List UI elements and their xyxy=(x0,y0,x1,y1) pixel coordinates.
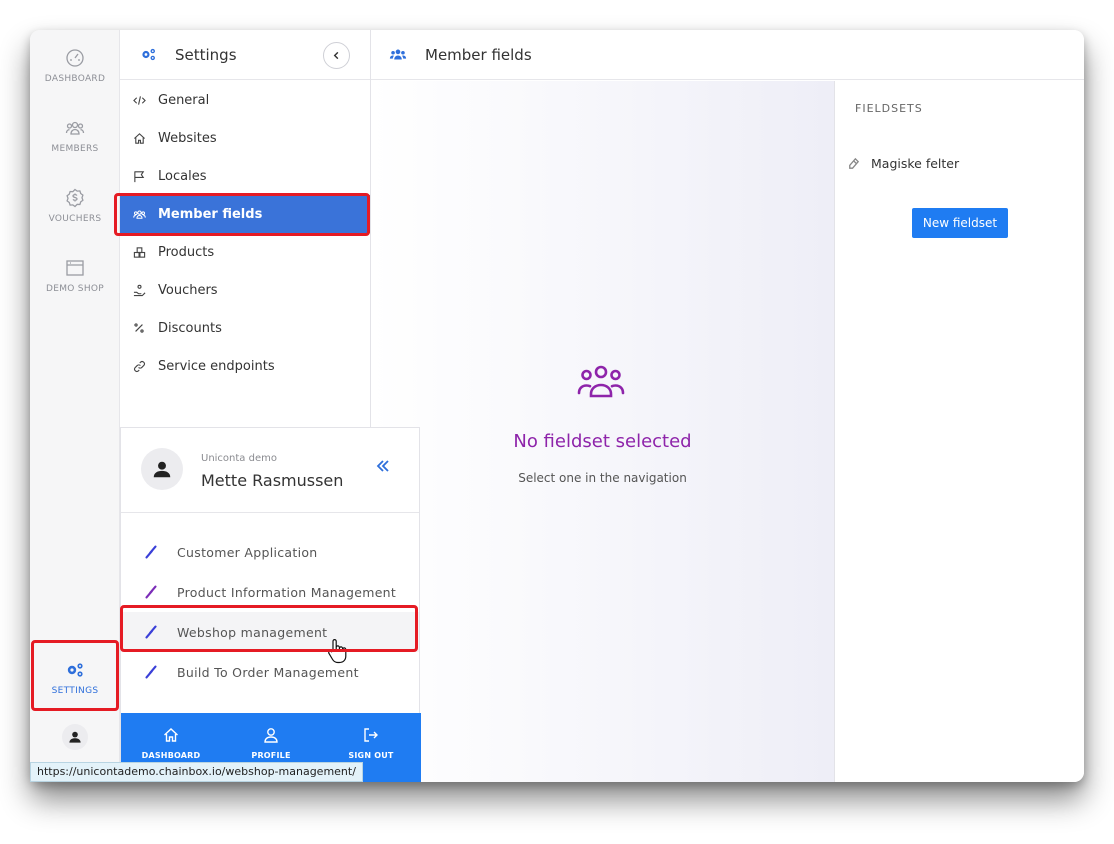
sign-out-icon xyxy=(364,728,378,742)
hand-coin-icon xyxy=(132,283,146,297)
home-icon xyxy=(164,728,178,742)
app-item-label: Customer Application xyxy=(177,544,318,560)
empty-state-title: No fieldset selected xyxy=(513,431,692,452)
rail-item-members[interactable]: MEMBERS xyxy=(30,118,120,178)
footer-label: SIGN OUT xyxy=(348,751,394,760)
nav-item-locales[interactable]: Locales xyxy=(120,157,370,195)
rail-label: VOUCHERS xyxy=(48,214,102,224)
footer-dashboard-button[interactable]: DASHBOARD xyxy=(131,727,211,760)
nav-item-discounts[interactable]: Discounts xyxy=(120,309,370,347)
nav-item-label: Websites xyxy=(158,130,217,146)
rail-item-demo-shop[interactable]: DEMO SHOP xyxy=(30,258,120,318)
highlight-settings xyxy=(31,640,119,711)
fieldsets-title: FIELDSETS xyxy=(855,102,923,115)
link-icon xyxy=(132,359,146,373)
nav-item-label: Vouchers xyxy=(158,282,218,298)
app-logo-icon xyxy=(141,582,161,602)
highlight-member-fields xyxy=(114,193,370,236)
dollar-badge-icon xyxy=(66,188,84,208)
rail-label: DEMO SHOP xyxy=(45,284,105,294)
nav-item-products[interactable]: Products xyxy=(120,233,370,271)
rail-avatar[interactable] xyxy=(62,724,88,750)
app-window: DASHBOARD MEMBERS VOUCHERS DEMO SHOP SET… xyxy=(30,30,1084,782)
avatar xyxy=(141,448,183,490)
boxes-icon xyxy=(132,245,146,259)
chevron-left-icon xyxy=(333,51,339,60)
users-icon xyxy=(389,49,407,59)
divider xyxy=(121,512,419,513)
status-bar-url: https://unicontademo.chainbox.io/webshop… xyxy=(30,762,363,782)
nav-item-label: Locales xyxy=(158,168,207,184)
app-logo-icon xyxy=(141,542,161,562)
gauge-icon xyxy=(66,49,84,67)
empty-state-subtitle: Select one in the navigation xyxy=(518,471,687,485)
fieldset-item[interactable]: Magiske felter xyxy=(845,153,959,173)
rail-label: DASHBOARD xyxy=(44,74,106,84)
percent-icon xyxy=(132,321,146,335)
nav-item-label: General xyxy=(158,92,210,108)
collapse-button[interactable] xyxy=(323,42,350,69)
collapse-popup-button[interactable] xyxy=(375,458,391,478)
nav-item-vouchers[interactable]: Vouchers xyxy=(120,271,370,309)
fieldset-item-label: Magiske felter xyxy=(871,155,960,171)
app-item-label: Product Information Management xyxy=(177,584,397,600)
footer-label: DASHBOARD xyxy=(141,751,201,760)
code-icon xyxy=(132,93,146,107)
nav-item-general[interactable]: General xyxy=(120,81,370,119)
app-item-build-to-order-management[interactable]: Build To Order Management xyxy=(121,652,419,692)
page-title: Member fields xyxy=(425,45,532,64)
nav-item-websites[interactable]: Websites xyxy=(120,119,370,157)
new-fieldset-button[interactable]: New fieldset xyxy=(912,208,1008,238)
users-icon xyxy=(65,121,85,135)
footer-label: PROFILE xyxy=(251,751,291,760)
fieldsets-panel: FIELDSETS Magiske felter New fieldset xyxy=(834,81,1084,782)
flag-icon xyxy=(132,169,146,183)
gears-icon xyxy=(142,48,155,61)
nav-item-service-endpoints[interactable]: Service endpoints xyxy=(120,347,370,385)
users-icon xyxy=(577,365,625,398)
empty-state: No fieldset selected Select one in the n… xyxy=(371,81,834,782)
footer-sign-out-button[interactable]: SIGN OUT xyxy=(331,727,411,760)
rail-label: MEMBERS xyxy=(51,144,99,154)
organization-name: Uniconta demo xyxy=(201,453,277,464)
browser-window-icon xyxy=(66,260,84,276)
main-header: Member fields xyxy=(371,30,1084,80)
home-icon xyxy=(132,131,146,145)
highlight-webshop-management xyxy=(120,605,418,652)
app-item-customer-application[interactable]: Customer Application xyxy=(121,532,419,572)
nav-item-label: Service endpoints xyxy=(158,358,275,374)
settings-title: Settings xyxy=(175,45,237,64)
user-icon xyxy=(153,461,171,478)
nav-item-label: Products xyxy=(158,244,215,260)
link-icon xyxy=(845,155,861,171)
user-name: Mette Rasmussen xyxy=(201,471,344,490)
footer-profile-button[interactable]: PROFILE xyxy=(231,727,311,760)
nav-item-label: Discounts xyxy=(158,320,222,336)
user-icon xyxy=(69,731,81,743)
rail-item-vouchers[interactable]: VOUCHERS xyxy=(30,188,120,248)
rail-item-dashboard[interactable]: DASHBOARD xyxy=(30,48,120,108)
app-item-label: Build To Order Management xyxy=(177,664,359,680)
app-logo-icon xyxy=(141,662,161,682)
user-icon xyxy=(264,728,278,743)
double-chevron-left-icon xyxy=(376,460,389,472)
